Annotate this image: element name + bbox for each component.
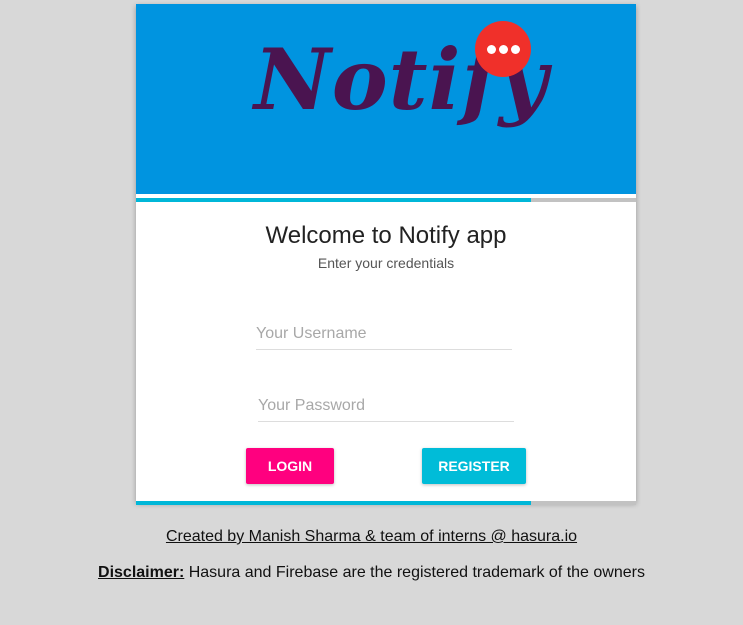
disclaimer-label: Disclaimer:: [98, 564, 185, 581]
register-button[interactable]: REGISTER: [422, 448, 526, 484]
app-banner: Notify: [136, 4, 636, 194]
top-progress-fill: [136, 198, 531, 202]
login-card: Notify Welcome to Notify app Enter your …: [136, 4, 636, 505]
credentials-subtitle: Enter your credentials: [317, 255, 455, 271]
credits-link[interactable]: Created by Manish Sharma & team of inter…: [166, 528, 577, 545]
disclaimer-text: Hasura and Firebase are the registered t…: [184, 564, 645, 581]
password-input[interactable]: [258, 391, 514, 422]
badge-dot: [511, 45, 520, 54]
bottom-progress-fill: [136, 501, 531, 505]
badge-dot: [499, 45, 508, 54]
badge-dot: [487, 45, 496, 54]
bottom-progress-bar: [136, 501, 636, 505]
chat-bubble-dots-icon: [475, 21, 531, 77]
login-button[interactable]: LOGIN: [246, 448, 334, 484]
credits-line: Created by Manish Sharma & team of inter…: [0, 528, 743, 546]
welcome-title: Welcome to Notify app: [265, 222, 507, 249]
top-progress-bar: [136, 198, 636, 202]
username-input[interactable]: [256, 319, 512, 350]
disclaimer-line: Disclaimer: Hasura and Firebase are the …: [0, 564, 743, 582]
